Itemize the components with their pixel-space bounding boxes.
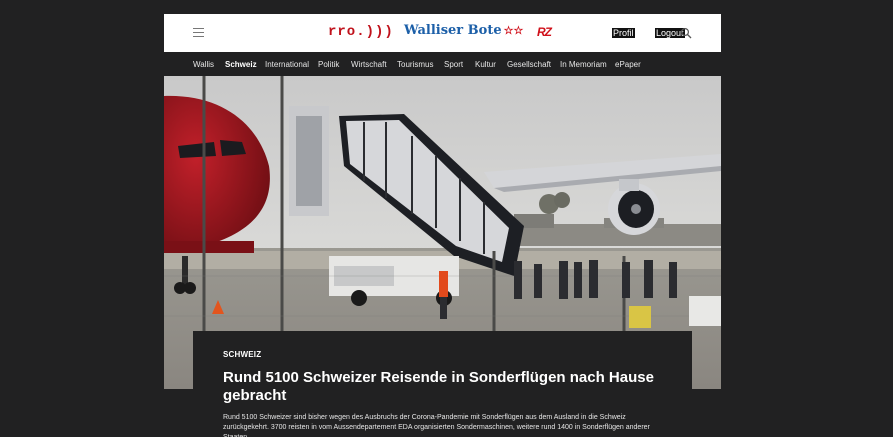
article-kicker[interactable]: SCHWEIZ [223, 350, 261, 359]
nav-item-kultur[interactable]: Kultur [475, 60, 496, 69]
nav-item-wallis[interactable]: Wallis [193, 60, 214, 69]
logo-walliser-bote[interactable]: Walliser Bote ☆☆ [404, 23, 523, 38]
nav-item-epaper[interactable]: ePaper [615, 60, 641, 69]
logo-walliser-bote-text: Walliser Bote [404, 23, 502, 38]
nav-item-in-memoriam[interactable]: In Memoriam [560, 60, 607, 69]
nav-item-schweiz[interactable]: Schweiz [225, 60, 257, 69]
nav-item-wirtschaft[interactable]: Wirtschaft [351, 60, 387, 69]
logo-walliser-bote-stars: ☆☆ [503, 24, 524, 37]
menu-icon[interactable] [193, 28, 204, 37]
article-headline[interactable]: Rund 5100 Schweizer Reisende in Sonderfl… [223, 369, 663, 405]
nav-item-tourismus[interactable]: Tourismus [397, 60, 433, 69]
nav-item-international[interactable]: International [265, 60, 309, 69]
site-header: rro.))) Walliser Bote ☆☆ RZ Profil Logout [164, 14, 721, 52]
page: rro.))) Walliser Bote ☆☆ RZ Profil Logout… [0, 0, 893, 437]
nav-item-sport[interactable]: Sport [444, 60, 463, 69]
article-card[interactable]: SCHWEIZ Rund 5100 Schweizer Reisende in … [193, 331, 692, 437]
nav-item-gesellschaft[interactable]: Gesellschaft [507, 60, 551, 69]
nav-item-politik[interactable]: Politik [318, 60, 339, 69]
logo-rro[interactable]: rro.))) [328, 24, 394, 40]
logo-rz[interactable]: RZ [537, 25, 552, 39]
main-nav: Wallis Schweiz International Politik Wir… [164, 52, 721, 76]
profil-link[interactable]: Profil [612, 28, 635, 38]
article-lead: Rund 5100 Schweizer sind bisher wegen de… [223, 414, 650, 437]
search-icon[interactable] [680, 27, 692, 39]
